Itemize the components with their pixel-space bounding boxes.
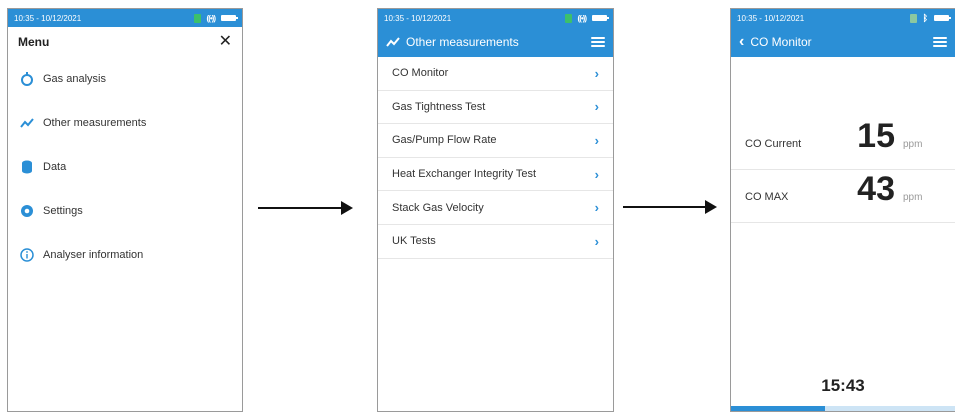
menu-item-gas-analysis[interactable]: Gas analysis (8, 57, 242, 101)
menu-item-settings[interactable]: Settings (8, 189, 242, 233)
menu-item-label: Settings (43, 205, 83, 217)
status-bar: 10:35 - 10/12/2021 ((•)) (378, 9, 613, 27)
close-icon[interactable]: ✕ (219, 34, 232, 50)
menu-item-label: Gas analysis (43, 73, 106, 85)
menu-title: Menu (18, 35, 50, 49)
chevron-right-icon: › (594, 233, 599, 249)
list-item-gas-pump-flow-rate[interactable]: Gas/Pump Flow Rate › (378, 124, 613, 158)
reading-unit: ppm (903, 192, 923, 203)
other-measurements-screen: 10:35 - 10/12/2021 ((•)) Other measureme… (377, 8, 614, 412)
chevron-right-icon: › (594, 132, 599, 148)
reading-label: CO Current (745, 138, 802, 150)
app-bar: ‹ CO Monitor (731, 27, 955, 57)
menu-item-label: Data (43, 161, 67, 173)
chevron-right-icon: › (594, 99, 599, 115)
sim-icon (193, 13, 201, 23)
list-item-label: Heat Exchanger Integrity Test (392, 168, 537, 181)
battery-icon (592, 15, 609, 21)
timer: 15:43 (821, 376, 865, 395)
radio-icon: ((•)) (577, 13, 588, 23)
menu-item-label: Other measurements (43, 117, 147, 129)
page-title: CO Monitor (750, 35, 812, 49)
chart-line-icon (20, 116, 34, 130)
list-item-label: Gas Tightness Test (392, 100, 486, 113)
reading-value: 15 (857, 117, 895, 155)
chart-line-icon (386, 37, 400, 47)
reading-co-max: CO MAX 43 ppm (731, 170, 955, 223)
list-item-uk-tests[interactable]: UK Tests › (378, 225, 613, 259)
menu-header: Menu ✕ (8, 27, 242, 57)
progress-bar (731, 406, 955, 411)
status-bar: 10:35 - 10/12/2021 ᛒ (731, 9, 955, 27)
database-icon (20, 160, 34, 174)
list-item-label: Gas/Pump Flow Rate (392, 134, 497, 147)
page-title: Other measurements (406, 35, 519, 49)
battery-icon (221, 15, 238, 21)
menu-item-label: Analyser information (43, 249, 144, 261)
gas-analysis-icon (20, 72, 34, 86)
co-monitor-screen: 10:35 - 10/12/2021 ᛒ ‹ CO Monitor CO Cur… (730, 8, 955, 412)
menu-item-data[interactable]: Data (8, 145, 242, 189)
list-item-label: CO Monitor (392, 67, 449, 80)
list-item-co-monitor[interactable]: CO Monitor › (378, 57, 613, 91)
progress-fill (731, 406, 826, 411)
status-time: 10:35 - 10/12/2021 (737, 13, 805, 23)
list-item-gas-tightness-test[interactable]: Gas Tightness Test › (378, 91, 613, 125)
chevron-right-icon: › (594, 200, 599, 216)
arrow-right (623, 200, 717, 214)
info-icon (20, 248, 34, 262)
status-time: 10:35 - 10/12/2021 (384, 13, 452, 23)
list-item-heat-exchanger-integrity-test[interactable]: Heat Exchanger Integrity Test › (378, 158, 613, 192)
sim-icon (564, 13, 572, 23)
menu-screen: 10:35 - 10/12/2021 ((•)) Menu ✕ Gas anal… (7, 8, 243, 412)
readings: CO Current 15 ppm CO MAX 43 ppm (731, 117, 955, 223)
list-item-label: Stack Gas Velocity (392, 201, 484, 214)
measurement-list: CO Monitor › Gas Tightness Test › Gas/Pu… (378, 57, 613, 259)
status-time: 10:35 - 10/12/2021 (14, 13, 82, 23)
chevron-right-icon: › (594, 65, 599, 81)
status-bar: 10:35 - 10/12/2021 ((•)) (8, 9, 242, 27)
menu-item-other-measurements[interactable]: Other measurements (8, 101, 242, 145)
reading-co-current: CO Current 15 ppm (731, 117, 955, 170)
chevron-right-icon: › (594, 166, 599, 182)
menu-item-analyser-information[interactable]: Analyser information (8, 233, 242, 277)
reading-value: 43 (857, 170, 895, 208)
list-item-label: UK Tests (392, 235, 436, 248)
back-icon[interactable]: ‹ (739, 33, 744, 51)
app-bar: Other measurements (378, 27, 613, 57)
arrow-right (258, 201, 353, 215)
sim-icon (909, 13, 917, 23)
gear-icon (20, 204, 34, 218)
hamburger-icon[interactable] (591, 37, 605, 47)
reading-label: CO MAX (745, 191, 789, 203)
battery-icon (934, 15, 951, 21)
list-item-stack-gas-velocity[interactable]: Stack Gas Velocity › (378, 191, 613, 225)
bluetooth-icon: ᛒ (922, 13, 928, 23)
reading-unit: ppm (903, 139, 923, 150)
radio-icon: ((•)) (206, 13, 217, 23)
hamburger-icon[interactable] (933, 37, 947, 47)
